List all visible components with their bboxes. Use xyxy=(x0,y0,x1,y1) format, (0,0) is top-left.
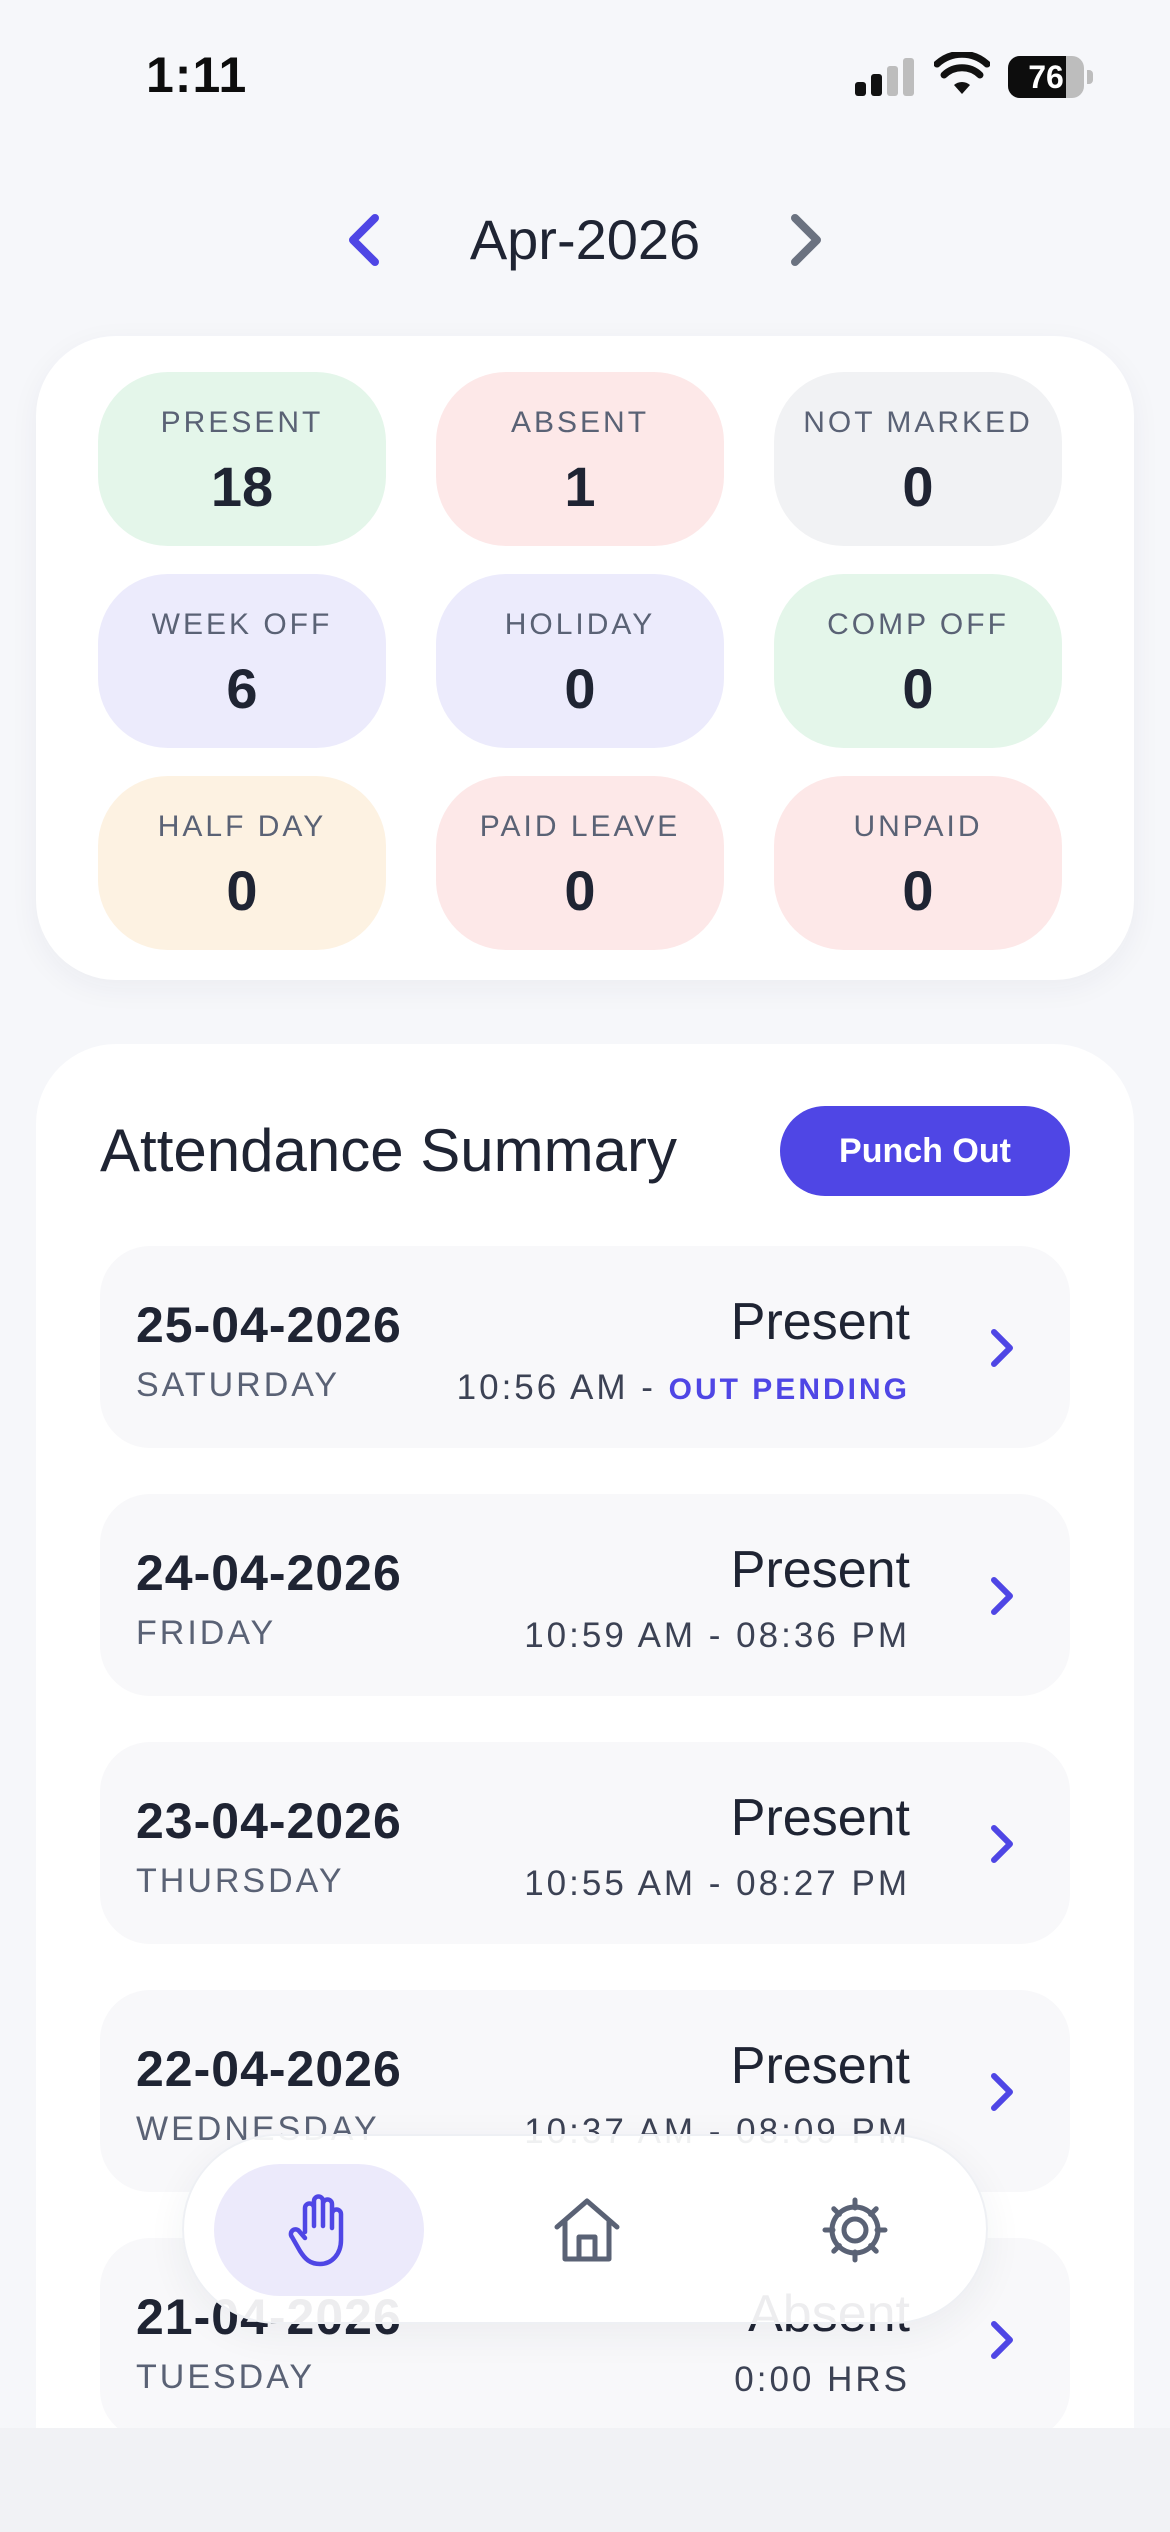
row-date: 23-04-2026 xyxy=(136,1793,402,1849)
chevron-right-icon xyxy=(991,1329,1013,1367)
stat-half-day[interactable]: HALF DAY 0 xyxy=(98,776,386,950)
stat-label: COMP OFF xyxy=(827,608,1009,641)
gear-icon xyxy=(822,2197,888,2263)
stat-label: NOT MARKED xyxy=(803,406,1033,439)
stat-label: ABSENT xyxy=(510,406,650,439)
chevron-right-icon xyxy=(991,1825,1013,1863)
attendance-row[interactable]: 24-04-2026 FRIDAY Present 10:59 AM - 08:… xyxy=(100,1494,1070,1696)
stat-label: WEEK OFF xyxy=(151,608,333,641)
stat-comp-off[interactable]: COMP OFF 0 xyxy=(774,574,1062,748)
stat-value: 1 xyxy=(564,455,596,518)
stat-holiday[interactable]: HOLIDAY 0 xyxy=(436,574,724,748)
stat-value: 0 xyxy=(902,455,934,518)
row-day: FRIDAY xyxy=(136,1614,277,1652)
wifi-icon xyxy=(934,52,990,94)
attendance-stats-card: PRESENT 18 ABSENT 1 NOT MARKED 0 WEEK OF… xyxy=(36,336,1134,980)
chevron-right-icon xyxy=(991,1577,1013,1615)
stat-not-marked[interactable]: NOT MARKED 0 xyxy=(774,372,1062,546)
row-time: 10:59 AM - 08:36 PM xyxy=(524,1616,910,1655)
stat-value: 18 xyxy=(210,455,274,518)
row-status: Present xyxy=(730,1293,910,1351)
stat-label: HALF DAY xyxy=(157,810,327,843)
hand-icon xyxy=(288,2194,344,2267)
row-day: THURSDAY xyxy=(136,1862,345,1900)
stat-value: 0 xyxy=(564,859,596,922)
row-status: Present xyxy=(730,1789,910,1847)
row-status: Present xyxy=(730,2037,910,2095)
attendance-row[interactable]: 25-04-2026 SATURDAY Present 10:56 AM - O… xyxy=(100,1246,1070,1448)
signal-icon xyxy=(855,58,915,96)
home-icon xyxy=(554,2198,620,2262)
chevron-right-icon xyxy=(991,2321,1013,2359)
battery-icon: 76 xyxy=(1008,56,1093,98)
nav-home[interactable] xyxy=(482,2164,692,2296)
chevron-right-icon xyxy=(991,2073,1013,2111)
row-date: 24-04-2026 xyxy=(136,1545,402,1601)
row-status: Present xyxy=(730,1541,910,1599)
previous-month-button[interactable] xyxy=(330,205,400,275)
bottom-safe-area xyxy=(0,2428,1170,2532)
stat-value: 0 xyxy=(902,859,934,922)
chevron-right-icon xyxy=(791,214,821,266)
chevron-left-icon xyxy=(349,214,379,266)
stat-label: PRESENT xyxy=(160,406,324,439)
summary-title: Attendance Summary xyxy=(100,1117,677,1184)
stat-label: PAID LEAVE xyxy=(479,810,681,843)
stat-value: 0 xyxy=(564,657,596,720)
next-month-button[interactable] xyxy=(770,205,840,275)
stat-label: UNPAID xyxy=(853,810,983,843)
row-date: 22-04-2026 xyxy=(136,2041,402,2097)
stat-label: HOLIDAY xyxy=(504,608,656,641)
month-navigator: Apr-2026 xyxy=(0,195,1170,285)
row-date: 25-04-2026 xyxy=(136,1297,402,1353)
row-time: 10:55 AM - 08:27 PM xyxy=(524,1864,910,1903)
attendance-row[interactable]: 23-04-2026 THURSDAY Present 10:55 AM - 0… xyxy=(100,1742,1070,1944)
stat-present[interactable]: PRESENT 18 xyxy=(98,372,386,546)
row-time: 10:56 AM - OUT PENDING xyxy=(457,1368,910,1408)
stat-value: 0 xyxy=(226,859,258,922)
stat-value: 0 xyxy=(902,657,934,720)
stat-paid-leave[interactable]: PAID LEAVE 0 xyxy=(436,776,724,950)
row-day: TUESDAY xyxy=(136,2358,316,2396)
battery-percent: 76 xyxy=(1028,59,1064,95)
stat-week-off[interactable]: WEEK OFF 6 xyxy=(98,574,386,748)
stat-value: 6 xyxy=(226,657,258,720)
punch-out-button[interactable]: Punch Out xyxy=(780,1106,1070,1196)
out-pending-label: OUT PENDING xyxy=(668,1373,910,1406)
status-bar: 1:11 76 xyxy=(0,0,1170,150)
status-time: 1:11 xyxy=(146,47,248,103)
month-label: Apr-2026 xyxy=(469,208,701,271)
bottom-navigation xyxy=(182,2134,988,2324)
row-time-in: 10:56 AM - xyxy=(456,1368,669,1407)
row-time: 0:00 HRS xyxy=(734,2360,910,2399)
stat-unpaid[interactable]: UNPAID 0 xyxy=(774,776,1062,950)
nav-attendance[interactable] xyxy=(214,2164,424,2296)
stat-absent[interactable]: ABSENT 1 xyxy=(436,372,724,546)
row-day: SATURDAY xyxy=(136,1366,341,1404)
nav-settings[interactable] xyxy=(750,2164,960,2296)
